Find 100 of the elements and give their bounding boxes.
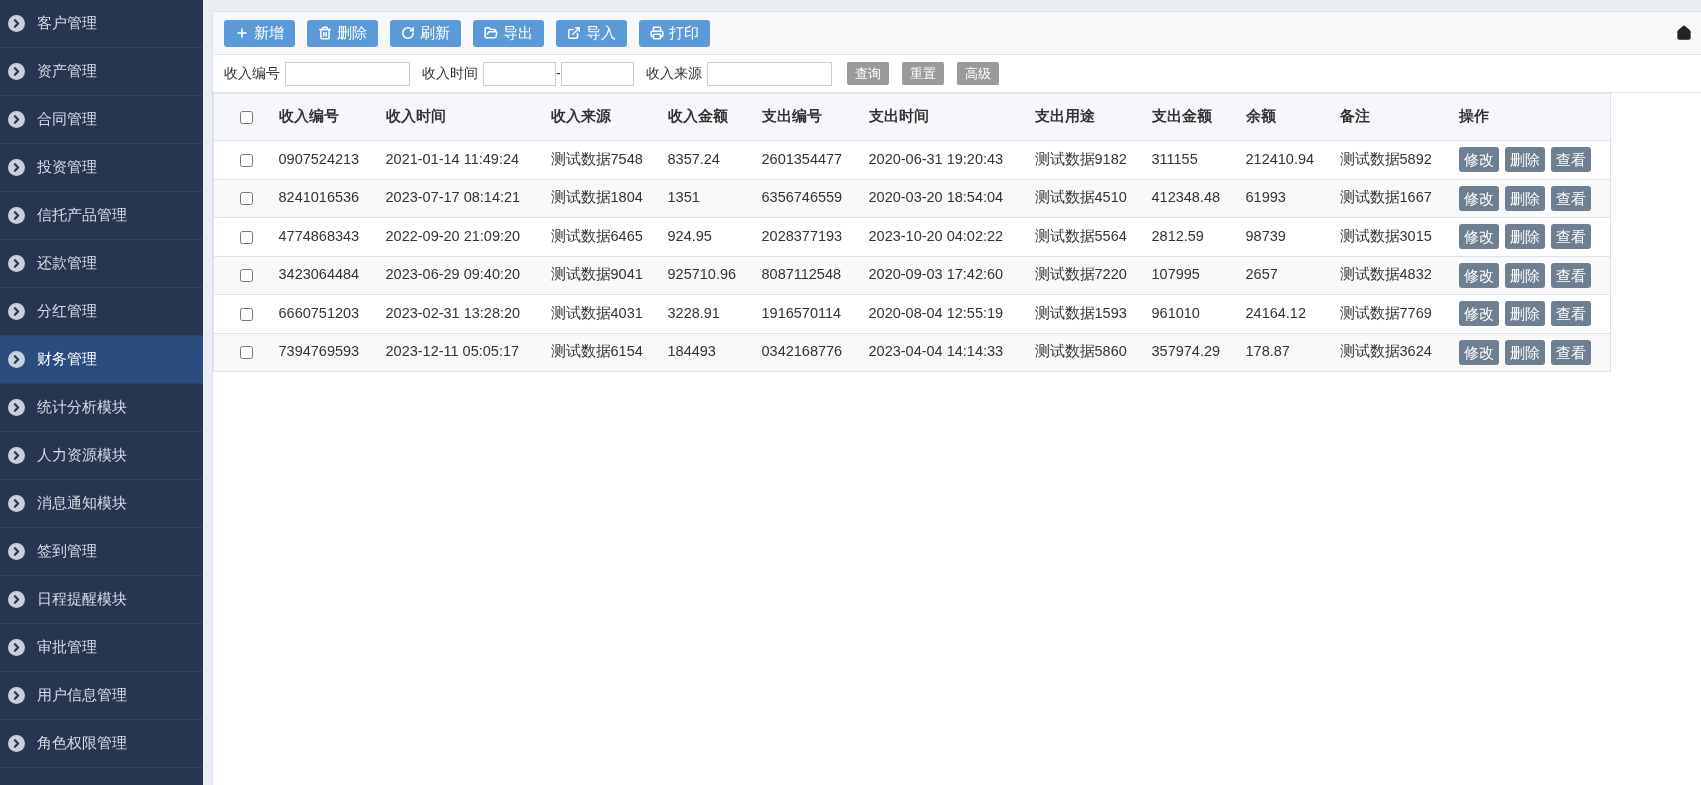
table-cell: 测试数据7548 (550, 150, 643, 167)
sidebar-item[interactable]: 签到管理 (0, 528, 203, 576)
table-cell: 2812.59 (1151, 227, 1204, 244)
input-field[interactable] (706, 61, 832, 86)
column-header: 操作 (1458, 108, 1489, 125)
printer-icon (650, 26, 664, 40)
action-button[interactable]: 删除 (1504, 262, 1545, 288)
toolbar-button[interactable]: 刷新 (390, 19, 461, 47)
column-header: 收入编号 (278, 108, 339, 125)
table-cell: 2021-01-14 11:49:24 (385, 150, 520, 167)
toolbar-button[interactable]: 删除 (307, 19, 378, 47)
refresh-icon (401, 26, 415, 40)
input-field[interactable] (285, 61, 410, 86)
action-button[interactable]: 删除 (1504, 185, 1545, 211)
chevron-icon (8, 159, 25, 176)
action-button[interactable]: 查看 (1550, 301, 1591, 327)
table-cell: 测试数据1593 (1034, 304, 1127, 321)
table-cell: 测试数据1667 (1339, 189, 1432, 206)
table-cell: 2020-09-03 17:42:60 (868, 266, 1004, 283)
table-cell: 2023-04-04 14:14:33 (868, 343, 1004, 360)
column-header: 收入来源 (550, 108, 611, 125)
action-button[interactable]: 修改 (1458, 339, 1499, 365)
filter-button[interactable]: 高级 (956, 62, 999, 85)
table-cell: 测试数据9041 (550, 266, 643, 283)
filter-button[interactable]: 重置 (901, 62, 944, 85)
action-button[interactable]: 删除 (1504, 147, 1545, 173)
action-button[interactable]: 修改 (1458, 224, 1499, 250)
date-to-field[interactable] (560, 61, 634, 86)
table-cell: 测试数据7769 (1339, 304, 1432, 321)
sidebar-item[interactable]: 人力资源模块 (0, 432, 203, 480)
sidebar-item[interactable]: 审批管理 (0, 624, 203, 672)
filter-label: 收入编号 (224, 64, 280, 83)
home-icon (1676, 25, 1692, 41)
sidebar-item[interactable]: 日程提醒模块 (0, 576, 203, 624)
action-button[interactable]: 查看 (1550, 185, 1591, 211)
table-cell: 2601354477 (761, 150, 843, 167)
sidebar-item[interactable]: 统计分析模块 (0, 384, 203, 432)
toolbar-button[interactable]: 新增 (224, 19, 295, 47)
table-cell: 0342168776 (761, 343, 843, 360)
table-cell: 98739 (1245, 227, 1286, 244)
column-header: 支出时间 (868, 108, 929, 125)
table-cell: 0907524213 (278, 150, 360, 167)
chevron-icon (8, 255, 25, 272)
chevron-icon (8, 303, 25, 320)
date-from-field[interactable] (483, 61, 556, 86)
table-cell: 2023-10-20 04:02:22 (868, 227, 1004, 244)
row-checkbox[interactable] (239, 307, 253, 321)
table-cell: 2023-07-17 08:14:21 (385, 189, 521, 206)
sidebar-item[interactable]: 财务管理 (0, 336, 203, 384)
column-header: 收入金额 (667, 108, 728, 125)
chevron-icon (8, 111, 25, 128)
external-link-icon (567, 26, 581, 40)
chevron-icon (8, 399, 25, 416)
toolbar-button[interactable]: 导出 (473, 19, 544, 47)
row-checkbox[interactable] (239, 346, 253, 360)
action-button[interactable]: 删除 (1504, 224, 1545, 250)
sidebar-item[interactable]: 资产管理 (0, 48, 203, 96)
chevron-icon (8, 447, 25, 464)
table-cell: 测试数据7220 (1034, 266, 1127, 283)
toolbar-button[interactable]: 打印 (639, 19, 710, 47)
filter-button[interactable]: 查询 (846, 62, 889, 85)
sidebar-item[interactable]: 合同管理 (0, 96, 203, 144)
toolbar-button[interactable]: 导入 (556, 19, 627, 47)
chevron-icon (8, 687, 25, 704)
action-button[interactable]: 查看 (1550, 224, 1591, 250)
column-header: 支出金额 (1151, 108, 1212, 125)
select-all-checkbox[interactable] (239, 110, 253, 124)
table-cell: 2023-12-11 05:05:17 (385, 343, 520, 360)
action-button[interactable]: 删除 (1504, 301, 1545, 327)
table-cell: 412348.48 (1151, 189, 1221, 206)
chevron-icon (8, 735, 25, 752)
row-checkbox[interactable] (239, 269, 253, 283)
table-cell: 2020-03-20 18:54:04 (868, 189, 1004, 206)
table-cell: 357974.29 (1151, 343, 1221, 360)
row-checkbox[interactable] (239, 230, 253, 244)
action-button[interactable]: 修改 (1458, 185, 1499, 211)
sidebar-item[interactable]: 信托产品管理 (0, 192, 203, 240)
chevron-icon (8, 207, 25, 224)
table-cell: 测试数据5564 (1034, 227, 1127, 244)
table-cell: 6356746559 (761, 189, 843, 206)
chevron-icon (8, 63, 25, 80)
row-checkbox[interactable] (239, 192, 253, 206)
row-checkbox[interactable] (239, 153, 253, 167)
action-button[interactable]: 查看 (1550, 147, 1591, 173)
table-cell: 961010 (1151, 304, 1200, 321)
action-button[interactable]: 查看 (1550, 262, 1591, 288)
table-cell: 925710.96 (667, 266, 737, 283)
action-button[interactable]: 删除 (1504, 339, 1545, 365)
action-button[interactable]: 修改 (1458, 301, 1499, 327)
action-button[interactable]: 修改 (1458, 262, 1499, 288)
action-button[interactable]: 修改 (1458, 147, 1499, 173)
table-cell: 测试数据3624 (1339, 343, 1432, 360)
action-button[interactable]: 查看 (1550, 339, 1591, 365)
sidebar-item[interactable]: 角色权限管理 (0, 720, 203, 768)
sidebar-item[interactable]: 用户信息管理 (0, 672, 203, 720)
table-cell: 1351 (667, 189, 700, 206)
sidebar-item[interactable]: 还款管理 (0, 240, 203, 288)
sidebar-item[interactable]: 投资管理 (0, 144, 203, 192)
sidebar-item[interactable]: 客户管理 (0, 0, 203, 48)
sidebar-item[interactable]: 消息通知模块 (0, 480, 203, 528)
